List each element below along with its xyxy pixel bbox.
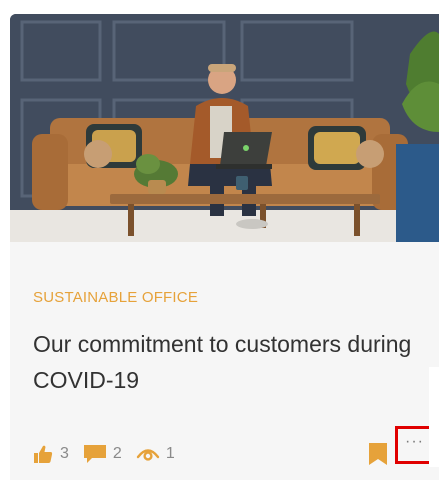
like-count: 3 [60,445,69,462]
scroll-area-edge [429,367,439,467]
comment-count: 2 [112,445,122,462]
comment-icon[interactable] [83,443,107,465]
article-card[interactable]: SUSTAINABLE OFFICE Our commitment to cus… [10,14,439,480]
article-hero-image[interactable] [10,14,439,242]
more-options-icon[interactable]: ··· [405,433,424,451]
bookmark-icon[interactable] [368,443,388,470]
comment-stat[interactable]: 2 [83,443,122,465]
thumbs-up-icon[interactable] [32,443,54,465]
bookmark-button[interactable] [368,442,388,471]
like-stat[interactable]: 3 [32,443,69,465]
hero-photo [10,14,439,242]
article-stats: 3 2 1 [32,441,175,467]
eye-icon [136,444,160,464]
article-category[interactable]: SUSTAINABLE OFFICE [33,289,198,306]
article-title[interactable]: Our commitment to customers during COVID… [33,326,429,398]
view-stat: 1 [136,444,175,464]
view-count: 1 [165,445,175,462]
